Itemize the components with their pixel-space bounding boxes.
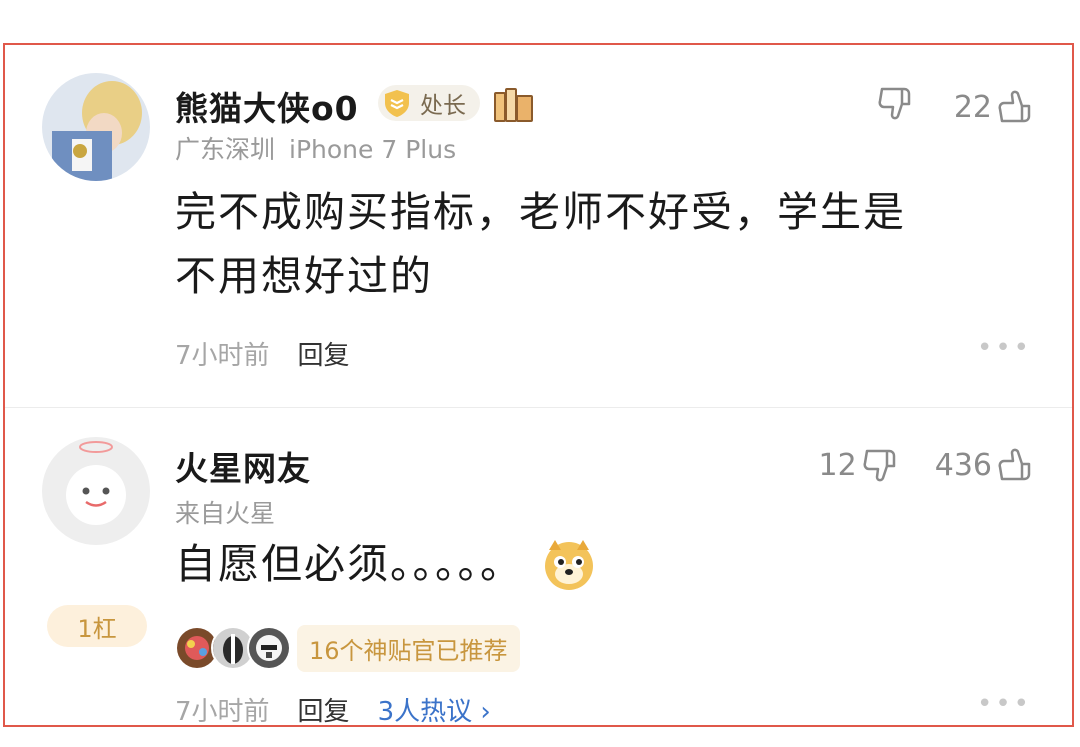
username[interactable]: 熊猫大侠o0 [175,82,359,130]
dislike-button[interactable] [876,83,916,131]
comment-text: 完不成购买指标，老师不好受，学生是 不用想好过的 [175,180,906,308]
more-options-button[interactable]: ••• [977,689,1032,719]
comment-list: 熊猫大侠o0 处长 广东深圳 iPhone 7 Plus 22 完不成购买指标，… [3,43,1074,727]
comment-text-line: 不用想好过的 [175,252,433,300]
like-button[interactable]: 436 [935,445,1036,485]
meta-line: 广东深圳 iPhone 7 Plus [175,130,456,166]
timestamp: 7小时前 [175,341,270,371]
reply-button[interactable]: 回复 [298,691,350,728]
books-icon [493,87,535,127]
username[interactable]: 火星网友 [175,442,311,490]
comment-item: 熊猫大侠o0 处长 广东深圳 iPhone 7 Plus 22 完不成购买指标，… [5,45,1072,407]
comment-footer: 7小时前 回复 3人热议 › [175,691,491,728]
comment-text-line: 完不成购买指标，老师不好受，学生是 [175,188,906,236]
vote-area: 22 [876,83,1036,131]
reply-button[interactable]: 回复 [298,335,350,372]
thumbs-down-icon [863,449,895,482]
more-options-button[interactable]: ••• [977,333,1032,363]
like-count: 436 [934,447,992,483]
thumbs-up-icon [998,90,1031,123]
shield-icon [385,90,409,117]
avatar [247,626,291,670]
comment-footer: 7小时前 回复 [175,335,350,372]
recommend-bar[interactable]: 16个神贴官已推荐 [175,624,520,672]
avatar[interactable] [42,73,150,181]
location: 来自火星 [175,499,276,528]
location: 广东深圳 [175,135,276,164]
thumbs-down-icon [878,87,911,120]
doge-emoji-icon [545,540,593,590]
comment-text-line: 自愿但必须。。。。。 [175,540,523,588]
badge-label: 处长 [420,93,466,119]
device: iPhone 7 Plus [289,135,457,164]
timestamp: 7小时前 [175,697,270,727]
vote-area: 12 436 [819,445,1036,485]
dislike-button[interactable]: 12 [819,445,901,485]
rank-badge: 处长 [378,85,480,121]
floor-badge: 1杠 [47,605,147,647]
like-button[interactable]: 22 [954,87,1036,127]
recommender-avatars [175,626,291,670]
comment-text: 自愿但必须。。。。。 [175,532,597,596]
avatar[interactable] [42,437,150,545]
comment-item: 1杠 火星网友 来自火星 12 436 自愿但必须。。。。。 16个神贴官已推荐… [5,407,1072,728]
thumbs-up-icon [998,448,1031,481]
recommend-label: 16个神贴官已推荐 [297,624,520,672]
like-count: 22 [953,89,992,125]
hot-discussion-link[interactable]: 3人热议 › [378,691,491,728]
dislike-count: 12 [818,447,857,483]
